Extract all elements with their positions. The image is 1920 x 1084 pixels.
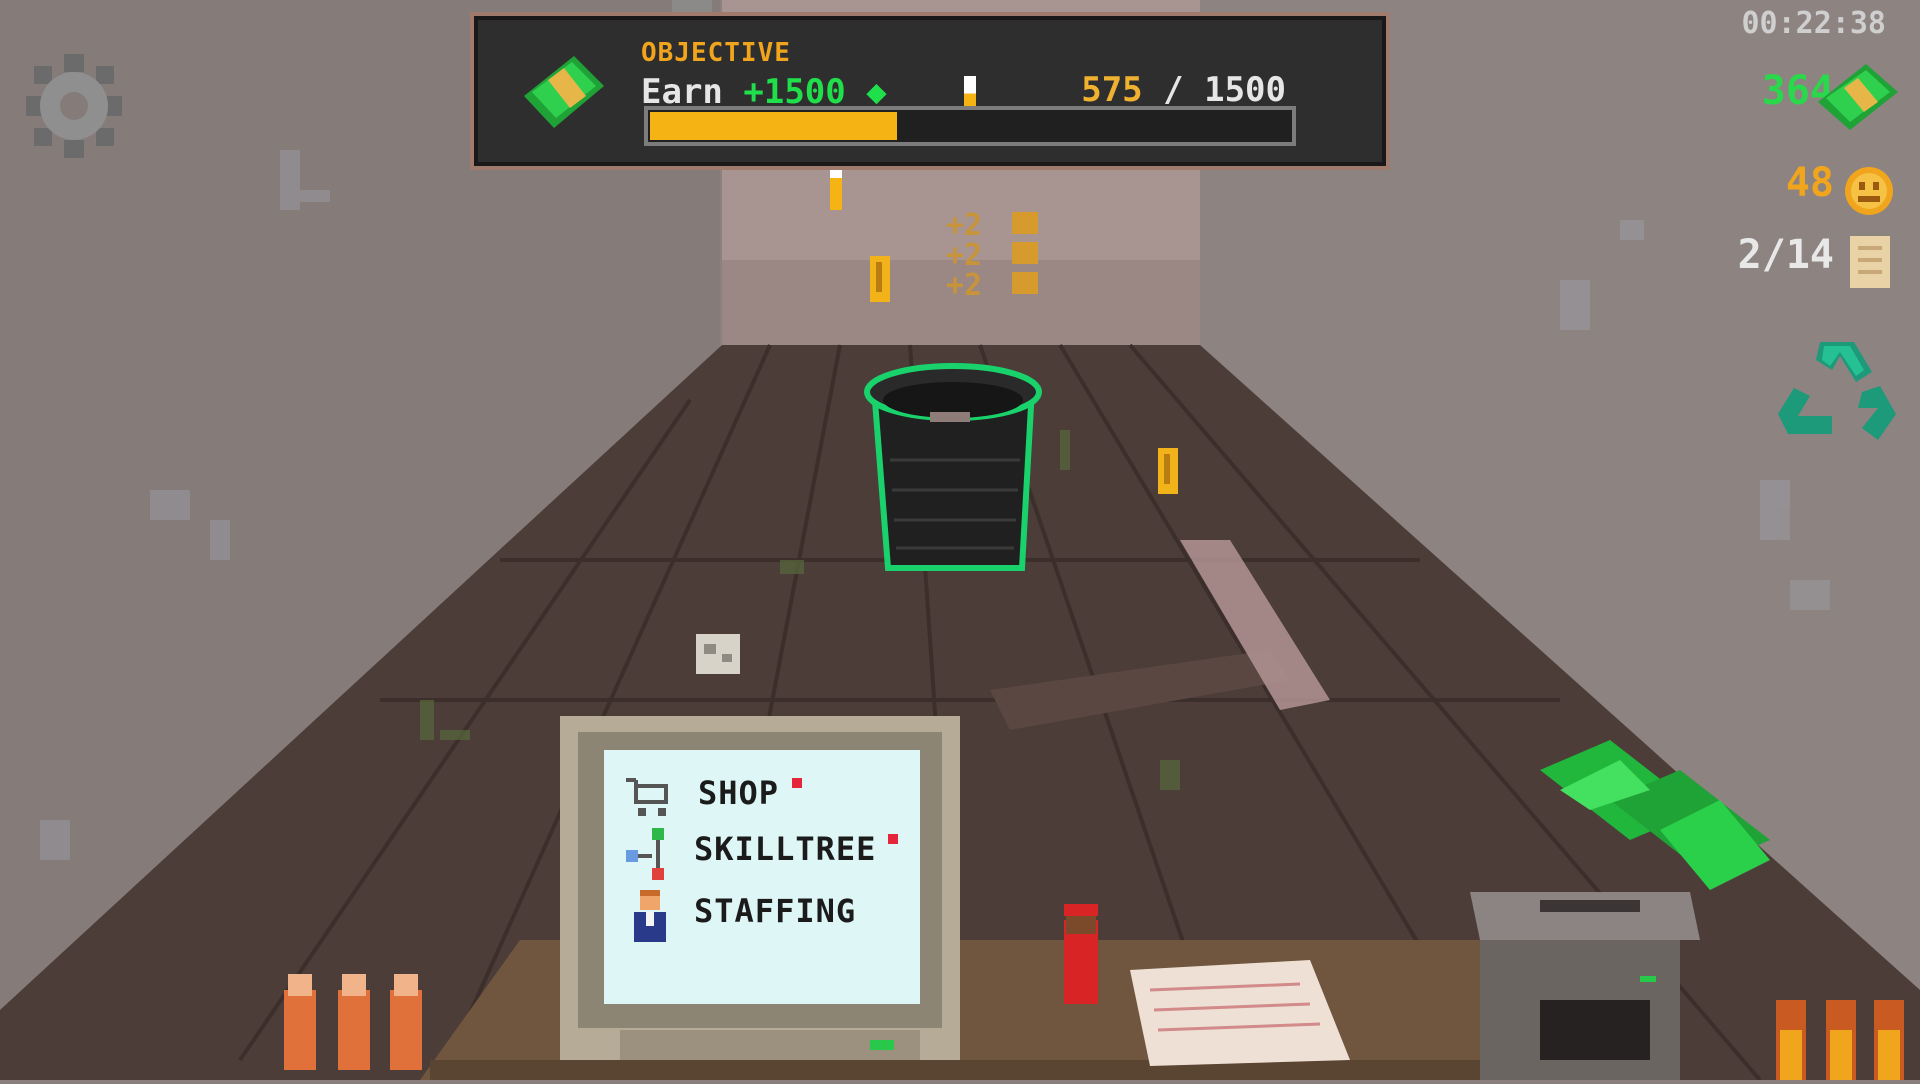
menu-item-label: SHOP (698, 774, 780, 812)
page-counter: 2/14 (1737, 232, 1834, 278)
menu-item-label: SKILLTREE (694, 830, 877, 868)
menu-item-shop[interactable]: SHOP (626, 772, 826, 820)
notification-dot (888, 834, 898, 844)
recycle-icon[interactable] (1776, 336, 1898, 446)
objective-panel: OBJECTIVE Earn +1500 ◆ 575 / 1500 (470, 12, 1390, 170)
cart-icon (626, 778, 668, 816)
objective-progress-fill (650, 112, 897, 140)
trash-can[interactable] (864, 363, 1042, 571)
cash-stack-icon (524, 56, 604, 128)
smiley-coin-icon (1845, 167, 1893, 215)
menu-item-staffing[interactable]: STAFFING (626, 888, 886, 944)
staff-icon (634, 890, 666, 942)
paper-shredder[interactable] (1470, 892, 1700, 1080)
gear-icon[interactable] (26, 54, 122, 158)
progress-target: 1500 (1204, 70, 1286, 110)
progress-separator: / (1163, 70, 1184, 110)
objective-progress: 575 / 1500 (1081, 70, 1286, 110)
coin-counter: 48 (1785, 160, 1834, 206)
objective-title: OBJECTIVE (641, 38, 791, 68)
game-timer: 00:22:38 (1741, 6, 1887, 41)
progress-current: 575 (1081, 70, 1143, 110)
menu-item-skilltree[interactable]: SKILLTREE (626, 826, 916, 882)
objective-progress-bar (644, 106, 1296, 146)
paper-page-icon (1850, 236, 1890, 288)
notification-dot (792, 778, 802, 788)
coin-popup: +2 (946, 268, 983, 303)
skilltree-icon (626, 828, 664, 880)
menu-item-label: STAFFING (694, 892, 857, 930)
cash-stack-icon (1818, 64, 1898, 130)
